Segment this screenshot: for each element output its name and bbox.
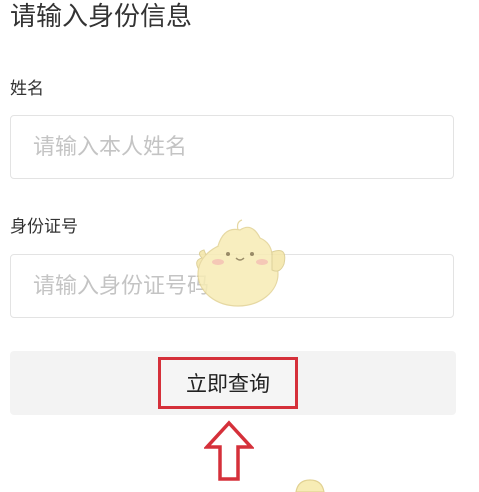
chick-mascot-small-icon	[295, 479, 325, 492]
query-button[interactable]: 立即查询	[158, 357, 298, 409]
name-label: 姓名	[10, 79, 44, 99]
page-title: 请输入身份信息	[10, 2, 193, 32]
id-number-label: 身份证号	[10, 217, 78, 237]
chick-mascot-icon	[196, 219, 286, 307]
name-field[interactable]	[10, 115, 454, 179]
name-input[interactable]	[11, 116, 453, 178]
up-arrow-icon	[204, 420, 254, 481]
